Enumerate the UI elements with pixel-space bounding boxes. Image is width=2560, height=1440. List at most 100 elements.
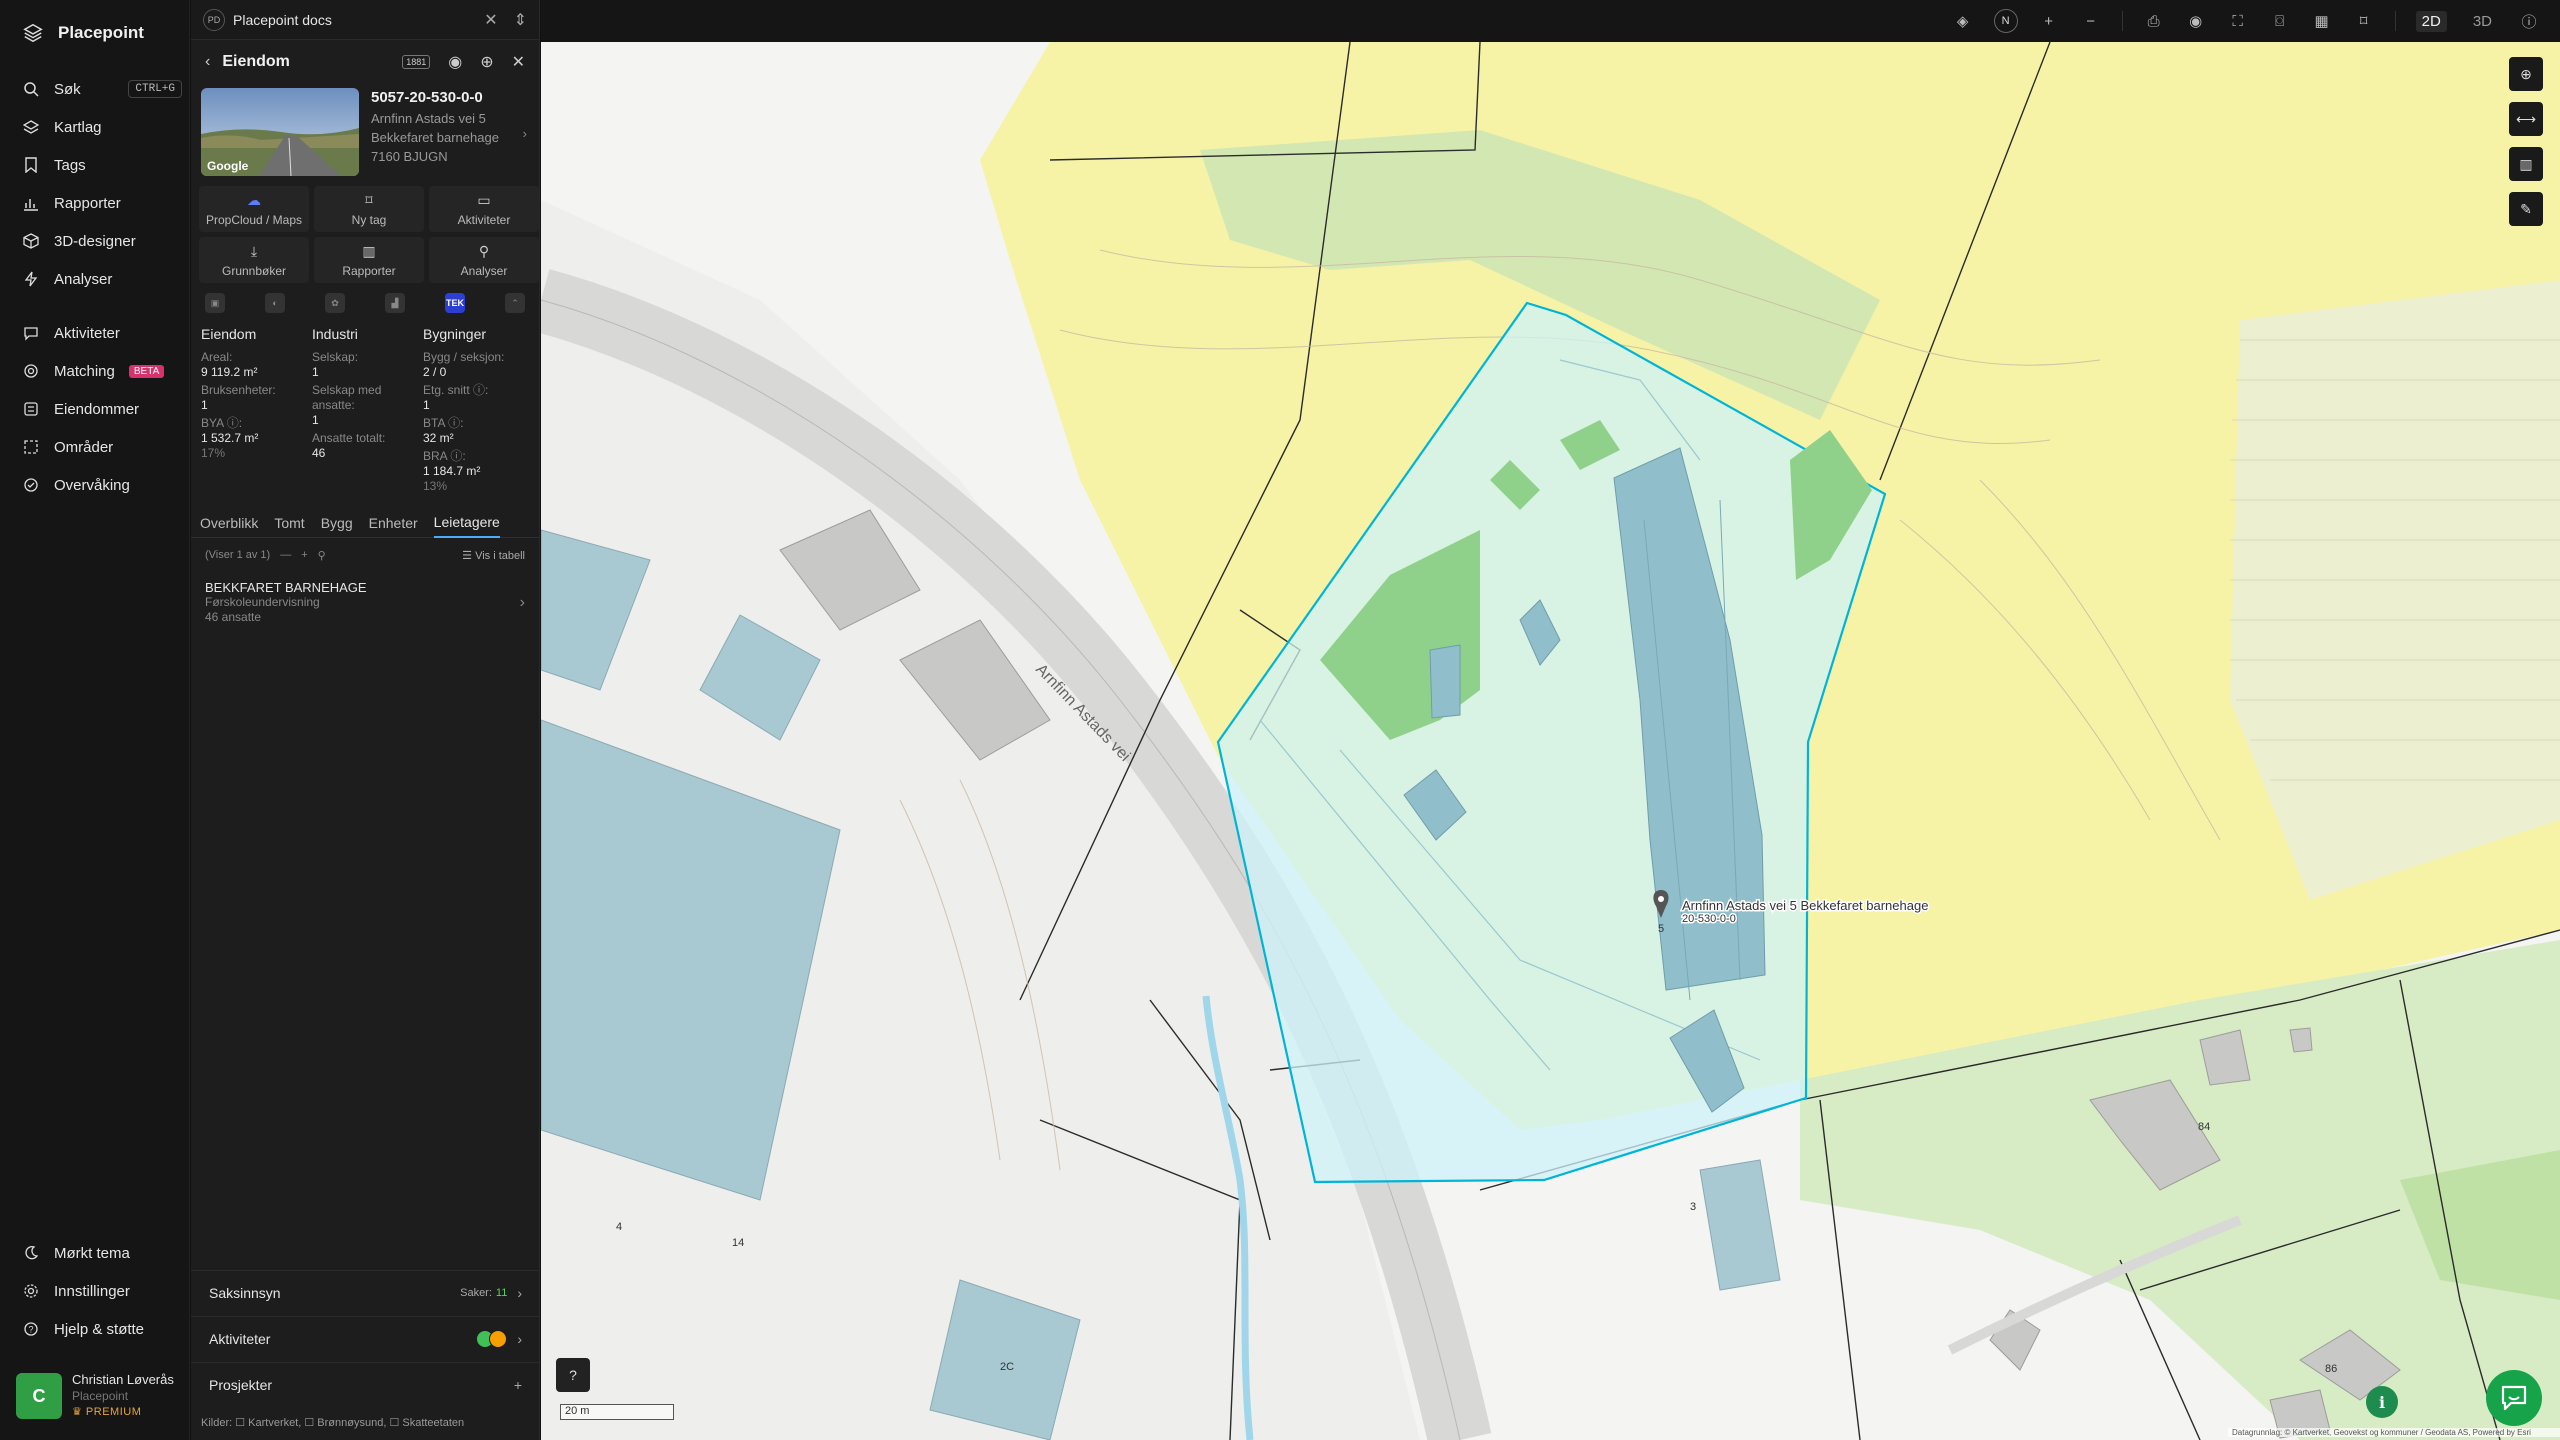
info-icon[interactable]: ⓘ xyxy=(2518,10,2540,32)
list-item[interactable]: BEKKFARET BARNEHAGE Førskoleundervisning… xyxy=(191,572,539,630)
layers-stack-icon[interactable]: ◈ xyxy=(1952,10,1974,32)
grunnboker-button[interactable]: ⤓ Grunnbøker xyxy=(199,237,309,283)
doc-tab[interactable]: PD Placepoint docs ✕ ⇕ xyxy=(191,0,539,40)
chevron-right-icon: › xyxy=(517,1284,522,1301)
map-canvas[interactable]: Arnfinn Astads vei 5 3 84 86 2C 4 14 Arn… xyxy=(541,42,2560,1440)
propcloud-button[interactable]: ☁ PropCloud / Maps xyxy=(199,186,309,232)
map-tool-measure[interactable]: ⊕ xyxy=(2509,57,2543,91)
divider xyxy=(2121,11,2123,31)
nav-item-rapporter[interactable]: Rapporter xyxy=(22,188,182,218)
nav-item-eiendommer[interactable]: Eiendommer xyxy=(22,394,182,424)
reports-button[interactable]: ▥ Rapporter xyxy=(314,237,424,283)
marker-sublabel: 20-530-0-0 xyxy=(1682,913,1736,925)
close-panel-icon[interactable]: ✕ xyxy=(512,52,525,72)
nav-item-dark-theme[interactable]: Mørkt tema xyxy=(22,1238,182,1268)
nav-item-aktiviteter[interactable]: Aktiviteter xyxy=(22,318,182,348)
plus-icon[interactable]: + xyxy=(514,1377,522,1393)
source-1-icon[interactable]: ▣ xyxy=(205,293,225,313)
eye-icon[interactable]: ◉ xyxy=(2185,10,2207,32)
close-icon[interactable]: ✕ xyxy=(484,10,497,30)
panel-title: Eiendom xyxy=(222,53,290,70)
nav-item-analyser[interactable]: Analyser xyxy=(22,264,182,294)
map-tool-ruler[interactable]: ⟷ xyxy=(2509,102,2543,136)
mode-2d-button[interactable]: 2D xyxy=(2415,10,2447,32)
stat-heading: Eiendom xyxy=(201,326,257,342)
stat-label: Ansatte totalt: xyxy=(312,431,386,445)
grid-icon[interactable]: ▦ xyxy=(2311,10,2333,32)
source-2-icon[interactable]: ◐ xyxy=(265,293,285,313)
nav-item-label: Hjelp & støtte xyxy=(54,1320,145,1338)
nav-item-search[interactable]: Søk CTRL+G xyxy=(22,74,182,104)
add-icon[interactable]: ⊕ xyxy=(480,52,493,72)
zoom-in-icon[interactable]: + xyxy=(2038,10,2060,32)
camera-icon[interactable]: ⌼ xyxy=(2269,10,2291,32)
nav-item-omrader[interactable]: Områder xyxy=(22,432,182,462)
analyses-button[interactable]: ⚲ Analyser xyxy=(429,237,539,283)
action-grid: ☁ PropCloud / Maps ⌑ Ny tag ▭ Aktiviteter ⤓… xyxy=(191,186,539,283)
stat-value: 1 xyxy=(201,398,208,412)
compass-button[interactable]: N xyxy=(1993,9,2018,33)
summary-text: 5057-20-530-0-0 Arnfinn Astads vei 5 Bek… xyxy=(371,88,529,176)
tab-tomt[interactable]: Tomt xyxy=(274,508,304,538)
tab-leietagere[interactable]: Leietagere xyxy=(433,508,500,538)
bookmark-icon[interactable]: ⌑ xyxy=(2353,10,2375,32)
bookmark-icon xyxy=(22,156,40,174)
print-icon[interactable]: ⎙ xyxy=(2143,10,2165,32)
plus-icon[interactable]: + xyxy=(301,549,307,561)
brand[interactable]: Placepoint xyxy=(0,0,189,66)
prosjekter-accordion[interactable]: Prosjekter + xyxy=(191,1362,540,1406)
chevron-right-icon: › xyxy=(522,126,527,141)
back-icon[interactable]: ‹ xyxy=(205,53,210,71)
map-help-button[interactable]: ? xyxy=(556,1358,590,1392)
saksinnsyn-accordion[interactable]: Saksinnsyn Saker: 11 › xyxy=(191,1270,540,1314)
zoom-out-icon[interactable]: − xyxy=(2080,10,2102,32)
action-label: Rapporter xyxy=(342,263,396,278)
nav-item-3d-designer[interactable]: 3D-designer xyxy=(22,226,182,256)
pin-icon: ⚲ xyxy=(478,242,490,259)
chat-support-button[interactable] xyxy=(2486,1370,2542,1426)
nav-item-matching[interactable]: Matching BETA xyxy=(22,356,182,386)
property-summary[interactable]: Google 5057-20-530-0-0 Arnfinn Astads ve… xyxy=(191,84,539,186)
map-tool-draw[interactable]: ✎ xyxy=(2509,192,2543,226)
collapse-icon[interactable]: ⌃ xyxy=(505,293,525,313)
user-card[interactable]: C Christian Løverås Placepoint ♛ PREMIUM xyxy=(16,1368,181,1424)
search-icon[interactable]: ⚲ xyxy=(318,549,326,562)
nav-item-overvaking[interactable]: Overvåking xyxy=(22,470,182,500)
tab-overblikk[interactable]: Overblikk xyxy=(200,508,258,538)
nav-item-label: Aktiviteter xyxy=(54,324,120,342)
expand-icon[interactable]: ⇕ xyxy=(514,10,527,30)
mode-3d-button[interactable]: 3D xyxy=(2467,11,2498,32)
stat-value: 2 / 0 xyxy=(423,365,447,379)
accordion-label: Prosjekter xyxy=(209,1376,273,1393)
aktiviteter-accordion[interactable]: Aktiviteter › xyxy=(191,1316,540,1360)
new-tag-button[interactable]: ⌑ Ny tag xyxy=(314,186,424,232)
stat-label: BTA ⓘ: xyxy=(423,416,464,430)
stats-eiendom: Eiendom Areal: 9 119.2 m² Bruksenheter: … xyxy=(201,327,312,494)
street-view-thumbnail[interactable]: Google xyxy=(201,88,359,176)
action-label: Ny tag xyxy=(351,212,387,227)
nav-item-settings[interactable]: Innstillinger xyxy=(22,1276,182,1306)
tek-source-icon[interactable]: TEK xyxy=(445,293,465,313)
map-tool-chart[interactable]: ▥ xyxy=(2509,147,2543,181)
eye-icon[interactable]: ◉ xyxy=(448,52,462,72)
tab-bygg[interactable]: Bygg xyxy=(321,508,353,538)
data-source-row: ▣ ◐ ✿ ▟ TEK ⌃ xyxy=(191,283,539,323)
activities-button[interactable]: ▭ Aktiviteter xyxy=(429,186,539,232)
nav-item-kartlag[interactable]: Kartlag xyxy=(22,112,182,142)
source-3-icon[interactable]: ✿ xyxy=(325,293,345,313)
chart-icon: ▥ xyxy=(2519,155,2533,172)
map-info-button[interactable]: i xyxy=(2366,1386,2398,1418)
stat-heading: Industri xyxy=(312,326,358,342)
list-toolbar: (Viser 1 av 1) — + ⚲ ☰ Vis i tabell xyxy=(191,538,539,572)
fullscreen-icon[interactable]: ⛶ xyxy=(2227,10,2249,32)
nav-item-tags[interactable]: Tags xyxy=(22,150,182,180)
nav-item-help[interactable]: ? Hjelp & støtte xyxy=(22,1314,182,1344)
view-table-button[interactable]: ☰ Vis i tabell xyxy=(462,549,525,562)
phonebook-badge[interactable]: 1881 xyxy=(402,55,431,69)
check-circle-icon xyxy=(22,476,40,494)
minus-icon[interactable]: — xyxy=(280,549,291,561)
tab-enheter[interactable]: Enheter xyxy=(369,508,418,538)
user-name: Christian Løverås xyxy=(72,1372,174,1387)
nav-item-label: Matching xyxy=(54,362,115,380)
source-4-icon[interactable]: ▟ xyxy=(385,293,405,313)
